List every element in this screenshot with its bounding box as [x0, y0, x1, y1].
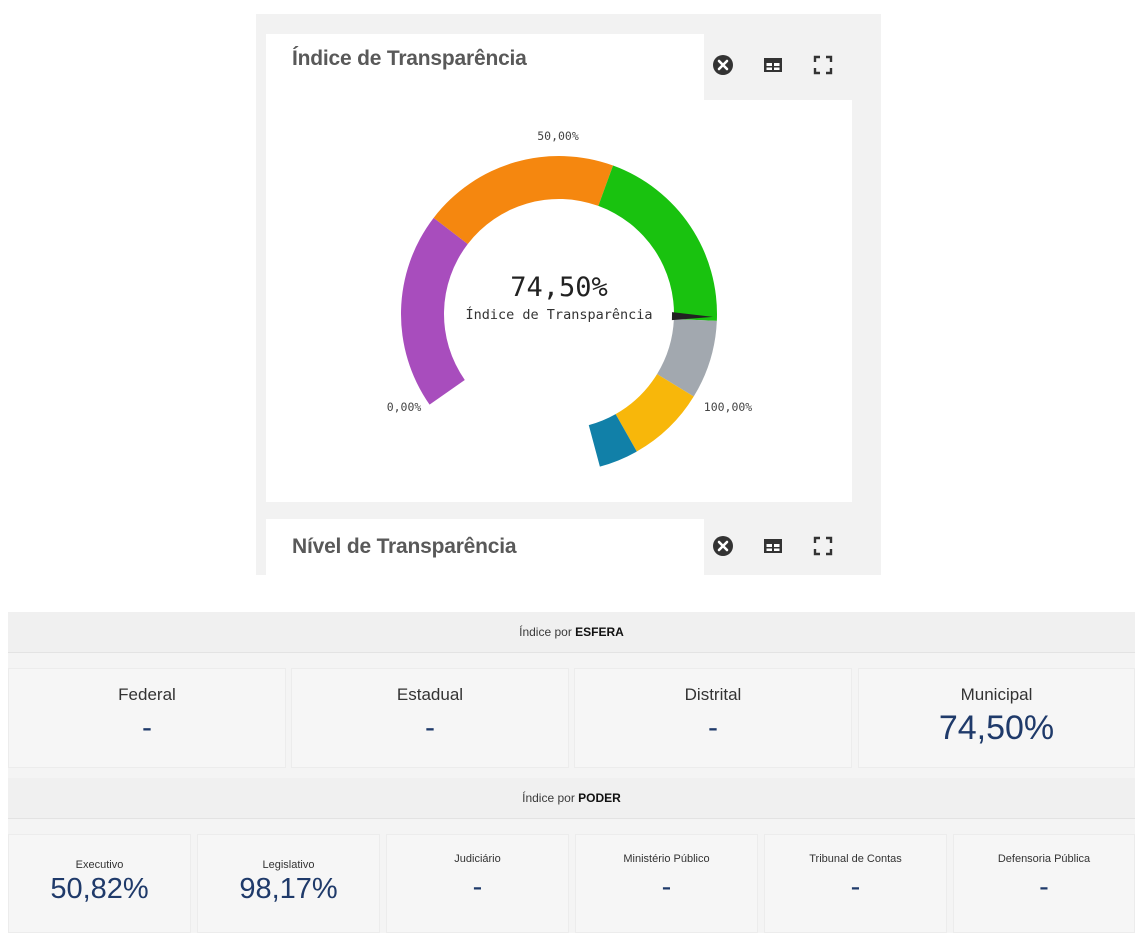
- table-icon[interactable]: [762, 535, 784, 557]
- poder-value: -: [472, 871, 483, 903]
- esfera-label: Distrital: [684, 685, 742, 704]
- poder-label: Tribunal de Contas: [809, 853, 902, 865]
- nivel-toolbar: [704, 519, 852, 575]
- poder-cell-ministerio: Ministério Público -: [575, 834, 758, 933]
- gauge-min-label: 0,00%: [387, 400, 422, 414]
- poder-value: 50,82%: [50, 873, 149, 905]
- gauge-value: 74,50%: [510, 272, 608, 303]
- nivel-title: Nível de Transparência: [292, 535, 517, 558]
- esfera-cell-distrital: Distrital -: [574, 668, 852, 768]
- close-circle-icon[interactable]: [712, 535, 734, 557]
- fullscreen-icon[interactable]: [812, 535, 834, 557]
- esfera-label: Federal: [118, 685, 176, 704]
- poder-label: Defensoria Pública: [997, 853, 1091, 865]
- poder-band-bold: PODER: [578, 791, 621, 805]
- poder-label: Executivo: [75, 859, 124, 871]
- poder-band: Índice por PODER: [8, 778, 1135, 819]
- esfera-value: -: [142, 711, 152, 744]
- esfera-cell-federal: Federal -: [8, 668, 286, 768]
- gauge-caption: Índice de Transparência: [466, 306, 653, 323]
- esfera-band: Índice por ESFERA: [8, 612, 1135, 653]
- indice-card: Índice de Transparência 74,50% Índice de…: [266, 34, 852, 502]
- esfera-value: -: [708, 711, 718, 744]
- dashboard-panels: Índice de Transparência 74,50% Índice de…: [256, 14, 881, 575]
- poder-value: -: [850, 871, 861, 903]
- gauge-band-0: [401, 217, 468, 405]
- poder-value: -: [1039, 871, 1049, 903]
- poder-value: 98,17%: [239, 873, 338, 905]
- poder-label: Legislativo: [262, 859, 315, 871]
- gauge-max-label: 100,00%: [704, 400, 753, 414]
- stats-panel: Índice por ESFERA Federal - Estadual - D…: [8, 612, 1135, 933]
- esfera-cell-estadual: Estadual -: [291, 668, 569, 768]
- poder-cell-executivo: Executivo 50,82%: [8, 834, 191, 933]
- esfera-band-bold: ESFERA: [575, 625, 624, 639]
- esfera-value: 74,50%: [938, 709, 1055, 747]
- poder-value: -: [661, 871, 672, 903]
- gauge-chart: 74,50% Índice de Transparência 50,00% 0,…: [387, 129, 753, 467]
- gauge-band-1: [433, 156, 614, 244]
- poder-cell-tribunal: Tribunal de Contas -: [764, 834, 947, 933]
- poder-label: Judiciário: [454, 853, 501, 865]
- gauge-mid-label: 50,00%: [537, 129, 579, 143]
- esfera-value: -: [425, 711, 435, 744]
- gauge-band-2: [598, 165, 717, 321]
- poder-band-prefix: Índice por: [522, 791, 579, 805]
- poder-cell-judiciario: Judiciário -: [386, 834, 569, 933]
- poder-cell-defensoria: Defensoria Pública -: [953, 834, 1135, 933]
- esfera-band-prefix: Índice por: [519, 625, 576, 639]
- poder-cell-legislativo: Legislativo 98,17%: [197, 834, 380, 933]
- esfera-cell-municipal: Municipal 74,50%: [858, 668, 1135, 768]
- esfera-label: Municipal: [960, 685, 1033, 704]
- poder-label: Ministério Público: [623, 853, 710, 865]
- esfera-label: Estadual: [396, 685, 464, 704]
- nivel-card: Nível de Transparência: [266, 519, 852, 575]
